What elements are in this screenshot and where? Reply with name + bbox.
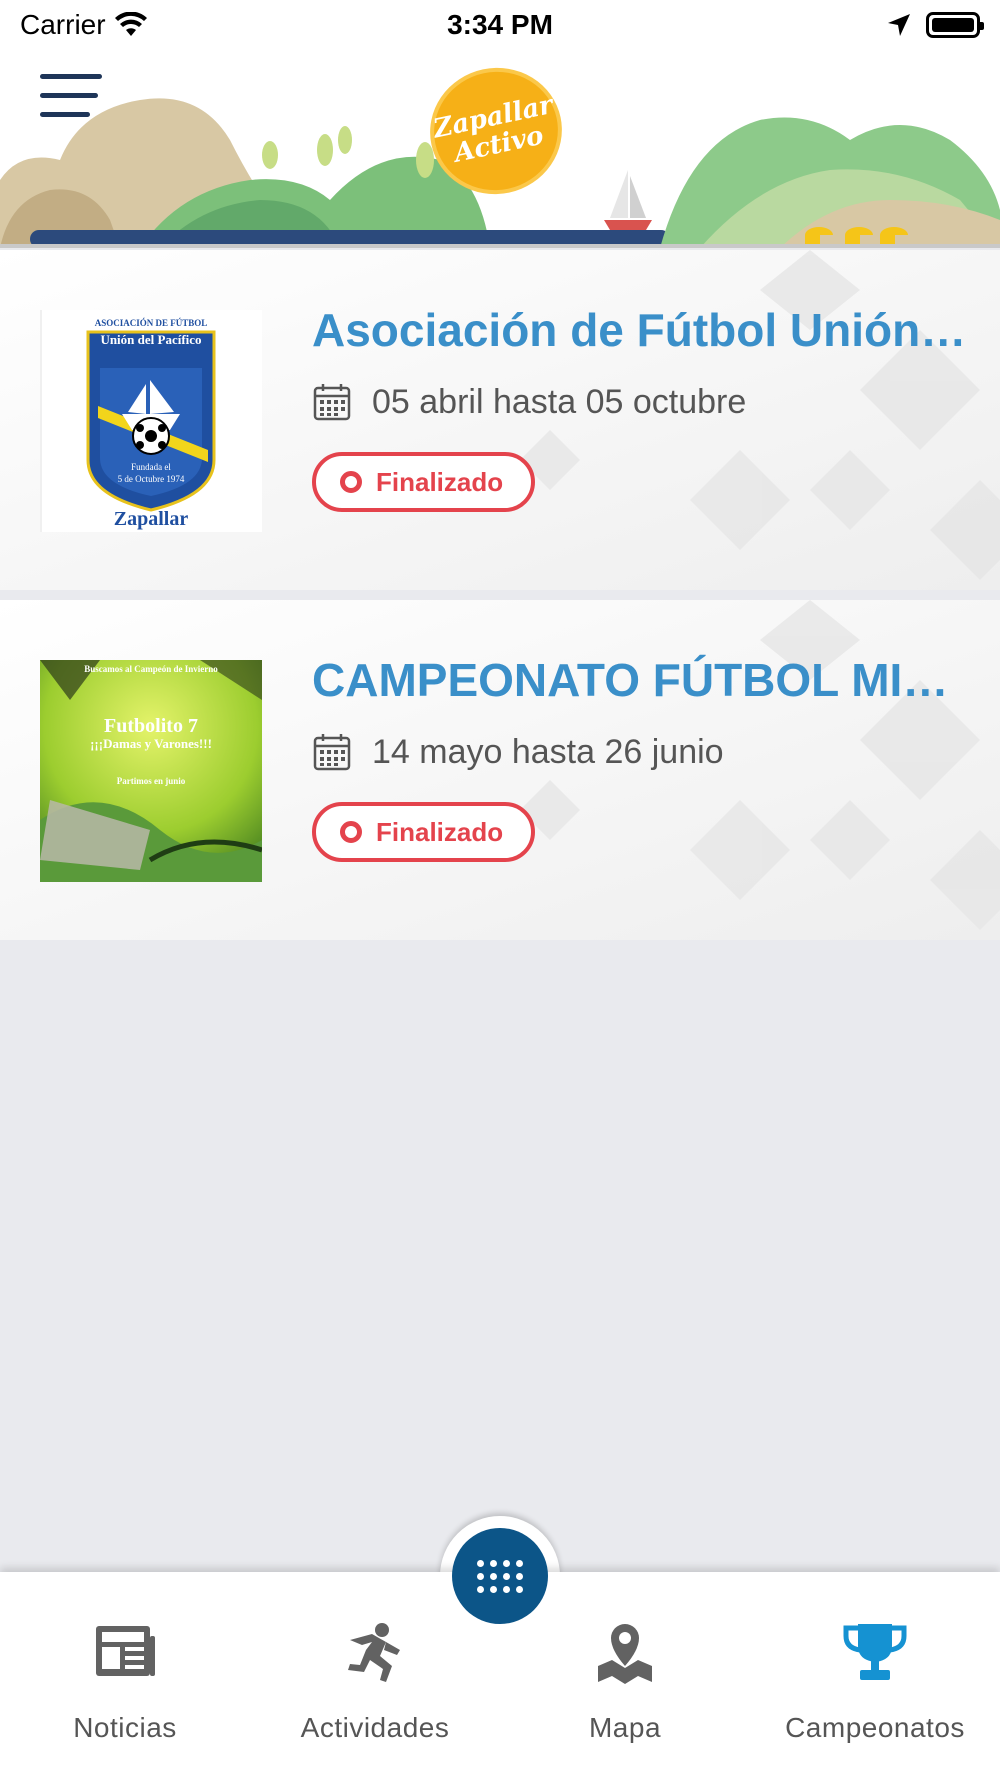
- championship-card[interactable]: Buscamos al Campeón de Invierno Futbolit…: [0, 600, 1000, 940]
- status-time: 3:34 PM: [447, 9, 553, 40]
- poster-text-3: ¡¡¡Damas y Varones!!!: [90, 736, 212, 751]
- menu-bar-3: [40, 112, 90, 117]
- nav-label: Campeonatos: [785, 1712, 965, 1743]
- nav-item-campeonatos[interactable]: Campeonatos: [750, 1620, 1000, 1744]
- crest-text-4: 5 de Octubre 1974: [118, 474, 185, 484]
- nav-item-mapa[interactable]: Mapa: [500, 1620, 750, 1744]
- championship-card[interactable]: ASOCIACIÓN DE FÚTBOL Unión del Pacífico …: [0, 250, 1000, 590]
- nav-item-actividades[interactable]: Actividades: [250, 1620, 500, 1744]
- crest-text-2: Unión del Pacífico: [100, 332, 201, 347]
- menu-button[interactable]: [40, 74, 102, 120]
- nav-label: Noticias: [73, 1712, 177, 1743]
- crest-text-3: Fundada el: [131, 462, 171, 472]
- championship-title[interactable]: Asociación de Fútbol Unión del Pacífico: [312, 300, 972, 360]
- club-crest-image: ASOCIACIÓN DE FÚTBOL Unión del Pacífico …: [40, 310, 262, 532]
- carrier-label: Carrier: [20, 9, 106, 40]
- poster-text-4: Partimos en junio: [117, 776, 186, 786]
- date-range-text: 05 abril hasta 05 octubre: [372, 382, 747, 421]
- calendar-icon: [313, 734, 351, 771]
- championship-list: ASOCIACIÓN DE FÚTBOL Unión del Pacífico …: [0, 250, 1000, 950]
- status-dot-icon: [340, 471, 362, 493]
- crest-text-1: ASOCIACIÓN DE FÚTBOL: [95, 318, 208, 328]
- nav-label: Mapa: [588, 1712, 662, 1743]
- menu-bar-2: [40, 93, 98, 98]
- championship-title[interactable]: CAMPEONATO FÚTBOL MIXTO: [312, 650, 972, 710]
- status-bar: Carrier 3:34 PM: [0, 0, 1000, 50]
- status-badge: Finalizado: [312, 802, 536, 862]
- date-range-text: 14 mayo hasta 26 junio: [372, 732, 724, 771]
- nav-item-noticias[interactable]: Noticias: [0, 1620, 250, 1744]
- battery-icon: [926, 12, 984, 38]
- status-badge: Finalizado: [312, 452, 536, 512]
- map-pin-icon: [598, 1624, 652, 1684]
- nav-label: Actividades: [300, 1712, 450, 1743]
- card-body: CAMPEONATO FÚTBOL MIXTO 14 mayo hasta 26…: [312, 650, 982, 862]
- championship-thumbnail: ASOCIACIÓN DE FÚTBOL Unión del Pacífico …: [40, 310, 262, 532]
- runner-icon: [348, 1623, 400, 1682]
- grid-icon: [477, 1559, 523, 1593]
- app-header: Zapallar Activo: [0, 50, 1000, 248]
- trophy-icon: [843, 1624, 907, 1680]
- newspaper-icon: [96, 1626, 155, 1676]
- championship-dates: 05 abril hasta 05 octubre: [312, 382, 982, 422]
- championship-dates: 14 mayo hasta 26 junio: [312, 732, 982, 772]
- poster-text-1: Buscamos al Campeón de Invierno: [84, 664, 218, 674]
- futbolito-poster-image: Buscamos al Campeón de Invierno Futbolit…: [40, 660, 262, 882]
- center-grid-button[interactable]: [452, 1528, 548, 1624]
- poster-text-2: Futbolito 7: [104, 715, 198, 737]
- status-label: Finalizado: [376, 816, 504, 847]
- calendar-icon: [313, 384, 351, 421]
- status-dot-icon: [340, 821, 362, 843]
- menu-bar-1: [40, 74, 102, 79]
- crest-text-5: Zapallar: [114, 508, 189, 530]
- status-left: Carrier: [20, 9, 148, 41]
- championship-thumbnail: Buscamos al Campeón de Invierno Futbolit…: [40, 660, 262, 882]
- status-label: Finalizado: [376, 466, 504, 497]
- wifi-icon: [114, 12, 147, 36]
- card-body: Asociación de Fútbol Unión del Pacífico …: [312, 300, 982, 512]
- location-arrow-icon: [888, 14, 910, 36]
- status-right: [886, 12, 984, 38]
